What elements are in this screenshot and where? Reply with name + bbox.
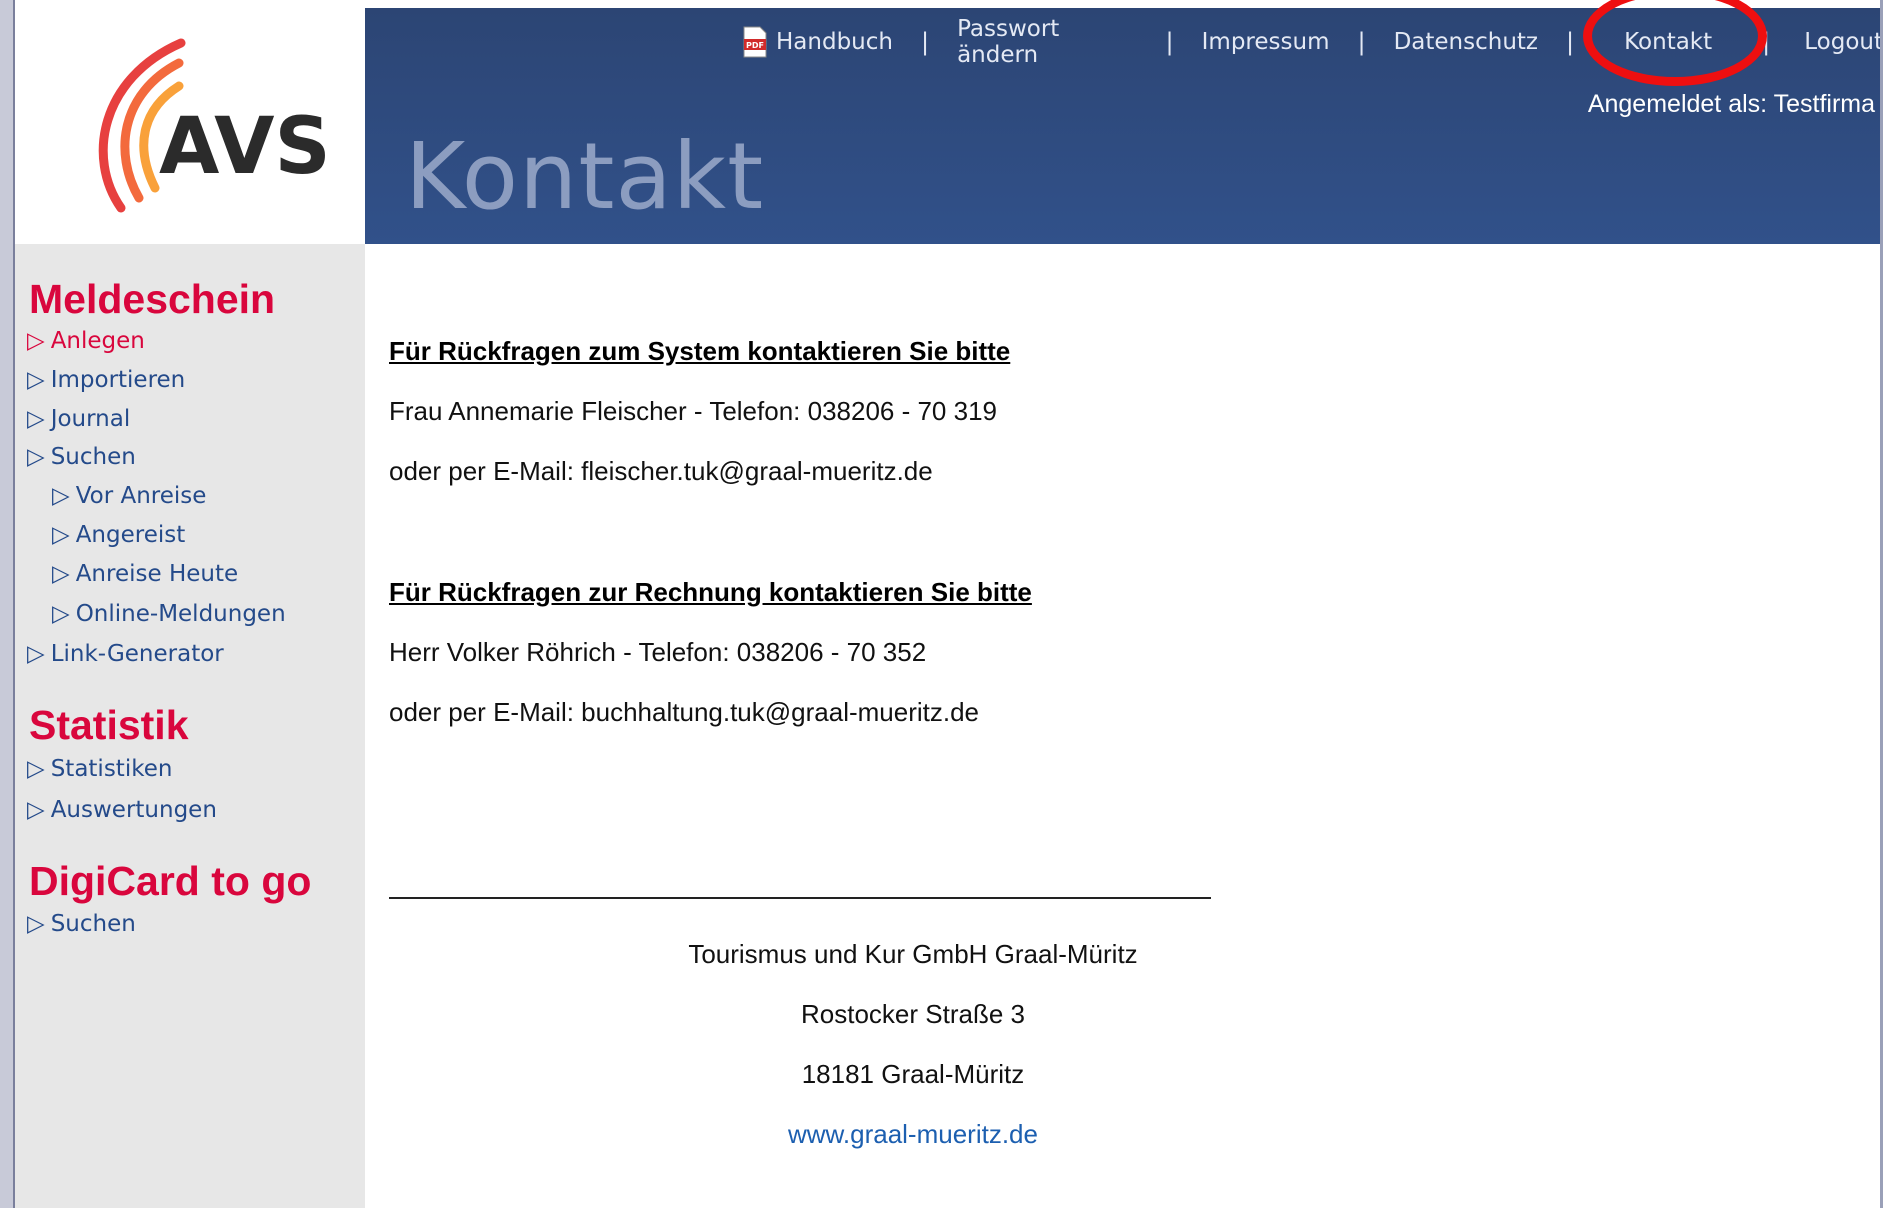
section-title-meldeschein: Meldeschein: [29, 276, 276, 322]
sidebar-item-label: Anlegen: [50, 328, 145, 354]
footer-divider: [389, 897, 1211, 899]
triangle-right-icon: ▷: [52, 601, 70, 627]
footer-city: 18181 Graal-Müritz: [801, 1059, 1025, 1089]
nav-separator: |: [1566, 28, 1575, 56]
triangle-right-icon: ▷: [52, 522, 70, 548]
top-navigation: PDF Handbuch | Passwort ändern | Impress…: [742, 16, 1883, 68]
sidebar-item-label: Journal: [50, 406, 131, 432]
sidebar-item-label: Statistiken: [50, 756, 173, 782]
sidebar-item-label: Online-Meldungen: [75, 601, 286, 627]
billing-contact-heading: Für Rückfragen zur Rechnung kontaktieren…: [389, 577, 1032, 607]
section-title-statistik: Statistik: [29, 702, 189, 748]
logo: AVS: [15, 8, 365, 244]
svg-text:PDF: PDF: [746, 41, 764, 50]
sidebar-item-vor-anreise[interactable]: ▷ Vor Anreise: [52, 483, 206, 509]
sidebar-item-online-meldungen[interactable]: ▷ Online-Meldungen: [52, 601, 286, 627]
triangle-right-icon: ▷: [27, 756, 45, 782]
nav-handbuch[interactable]: PDF Handbuch: [742, 26, 893, 58]
website-link[interactable]: www.graal-mueritz.de: [788, 1119, 1038, 1149]
login-info: Angemeldet als: Testfirma: [1587, 90, 1875, 118]
triangle-right-icon: ▷: [27, 328, 45, 354]
triangle-right-icon: ▷: [52, 561, 70, 587]
nav-impressum[interactable]: Impressum: [1202, 29, 1330, 55]
avs-logo-icon: AVS: [98, 38, 331, 213]
footer-website-row: www.graal-mueritz.de: [365, 1119, 1461, 1150]
app-window: AVS Kontakt Angemeldet als: Testfirma PD…: [0, 0, 1883, 1208]
system-contact-email: oder per E-Mail: fleischer.tuk@graal-mue…: [389, 456, 933, 486]
sidebar-item-importieren[interactable]: ▷ Importieren: [27, 367, 185, 393]
triangle-right-icon: ▷: [27, 367, 45, 393]
footer-company: Tourismus und Kur GmbH Graal-Müritz: [688, 939, 1138, 969]
triangle-right-icon: ▷: [27, 911, 45, 937]
sidebar-item-label: Auswertungen: [50, 797, 217, 823]
footer-street: Rostocker Straße 3: [801, 999, 1025, 1029]
sidebar-item-journal[interactable]: ▷ Journal: [27, 406, 130, 432]
sidebar-item-label: Anreise Heute: [75, 561, 239, 587]
pdf-icon: PDF: [742, 26, 768, 58]
sidebar-item-link-generator[interactable]: ▷ Link-Generator: [27, 641, 224, 667]
triangle-right-icon: ▷: [27, 797, 45, 823]
sidebar-item-suchen[interactable]: ▷ Suchen: [27, 444, 136, 470]
main-content: Für Rückfragen zum System kontaktieren S…: [365, 244, 1883, 1208]
billing-contact-person: Herr Volker Röhrich - Telefon: 038206 - …: [389, 637, 927, 667]
sidebar-item-anreise-heute[interactable]: ▷ Anreise Heute: [52, 561, 238, 587]
triangle-right-icon: ▷: [52, 483, 70, 509]
nav-separator: |: [1762, 28, 1771, 56]
nav-passwort-aendern[interactable]: Passwort ändern: [957, 16, 1137, 68]
sidebar-item-anlegen[interactable]: ▷ Anlegen: [27, 328, 145, 354]
sidebar: Meldeschein ▷ Anlegen ▷ Importieren ▷ Journ…: [15, 244, 365, 1208]
svg-text:AVS: AVS: [159, 102, 331, 192]
triangle-right-icon: ▷: [27, 406, 45, 432]
sidebar-item-label: Suchen: [50, 444, 136, 470]
sidebar-item-label: Angereist: [75, 522, 186, 548]
system-contact-person: Frau Annemarie Fleischer - Telefon: 0382…: [389, 396, 997, 426]
system-contact-heading: Für Rückfragen zum System kontaktieren S…: [389, 336, 1011, 366]
window-left-border: [0, 0, 13, 1208]
nav-datenschutz[interactable]: Datenschutz: [1394, 29, 1538, 55]
nav-handbuch-label: Handbuch: [776, 29, 893, 55]
page-title: Kontakt: [405, 123, 765, 230]
nav-separator: |: [1165, 28, 1174, 56]
sidebar-item-statistiken[interactable]: ▷ Statistiken: [27, 756, 172, 782]
nav-separator: |: [920, 28, 930, 56]
sidebar-item-angereist[interactable]: ▷ Angereist: [52, 522, 185, 548]
triangle-right-icon: ▷: [27, 444, 45, 470]
sidebar-item-auswertungen[interactable]: ▷ Auswertungen: [27, 797, 217, 823]
triangle-right-icon: ▷: [27, 641, 45, 667]
sidebar-item-label: Link-Generator: [50, 641, 224, 667]
sidebar-item-label: Suchen: [50, 911, 136, 937]
sidebar-item-label: Importieren: [50, 367, 186, 393]
nav-logout[interactable]: Logout: [1804, 29, 1883, 55]
nav-kontakt[interactable]: Kontakt: [1624, 29, 1712, 55]
section-title-digicard: DigiCard to go: [29, 858, 312, 904]
sidebar-item-digicard-suchen[interactable]: ▷ Suchen: [27, 911, 136, 937]
billing-contact-email: oder per E-Mail: buchhaltung.tuk@graal-m…: [389, 697, 980, 727]
sidebar-item-label: Vor Anreise: [75, 483, 207, 509]
nav-separator: |: [1357, 28, 1366, 56]
